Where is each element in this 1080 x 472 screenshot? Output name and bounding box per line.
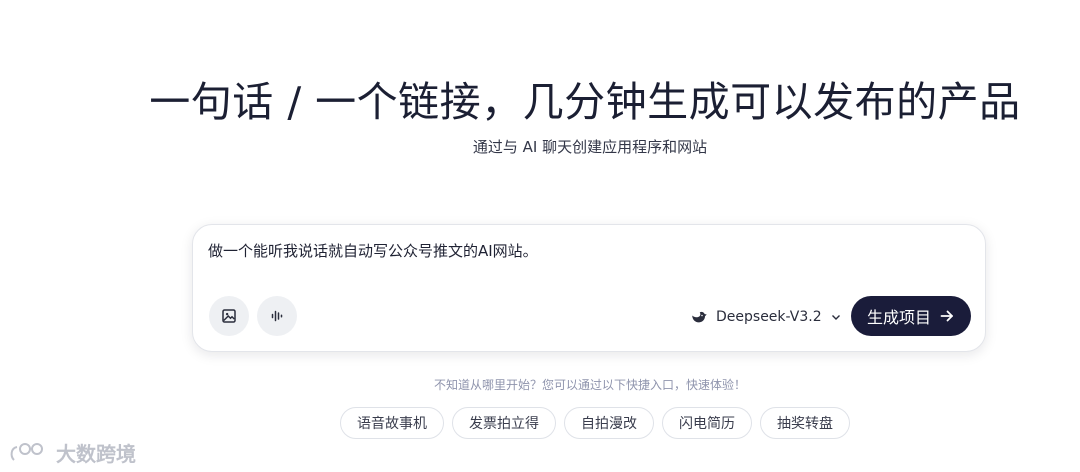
prompt-card: 做一个能听我说话就自动写公众号推文的AI网站。 Deepseek-V3.2 生成…	[192, 224, 986, 352]
model-selector[interactable]: Deepseek-V3.2	[690, 305, 842, 329]
landing-page: 一句话 / 一个链接，几分钟生成可以发布的产品 通过与 AI 聊天创建应用程序和…	[0, 0, 1080, 472]
quick-entry-lottery-wheel[interactable]: 抽奖转盘	[760, 407, 850, 439]
quick-start-hint: 不知道从哪里开始？您可以通过以下快捷入口，快速体验！	[433, 378, 746, 392]
quick-entry-voice-story[interactable]: 语音故事机	[340, 407, 444, 439]
arrow-right-icon	[940, 310, 953, 322]
chevron-down-icon	[831, 315, 840, 320]
quick-entry-resume[interactable]: 闪电简历	[662, 407, 752, 439]
quick-entry-selfie-comic[interactable]: 自拍漫改	[564, 407, 654, 439]
voice-waveform-icon	[271, 310, 283, 322]
quick-entry-invoice[interactable]: 发票拍立得	[452, 407, 556, 439]
generate-label: 生成项目	[866, 308, 931, 327]
hero-subtitle: 通过与 AI 聊天创建应用程序和网站	[472, 138, 708, 156]
voice-input-button[interactable]	[257, 296, 297, 336]
quick-entry-list: 语音故事机 发票拍立得 自拍漫改 闪电简历 抽奖转盘	[340, 407, 850, 439]
generate-project-button[interactable]: 生成项目	[851, 296, 971, 336]
model-label: Deepseek-V3.2	[716, 309, 822, 325]
upload-image-button[interactable]	[209, 296, 249, 336]
watermark-logo-icon	[10, 442, 43, 461]
prompt-input[interactable]: 做一个能听我说话就自动写公众号推文的AI网站。	[208, 239, 968, 263]
image-icon	[222, 309, 236, 323]
watermark-text: 大数跨境	[56, 442, 136, 466]
watermark: 大数跨境	[8, 438, 136, 467]
deepseek-whale-icon	[692, 311, 707, 323]
hero-title: 一句话 / 一个链接，几分钟生成可以发布的产品	[149, 78, 1021, 126]
